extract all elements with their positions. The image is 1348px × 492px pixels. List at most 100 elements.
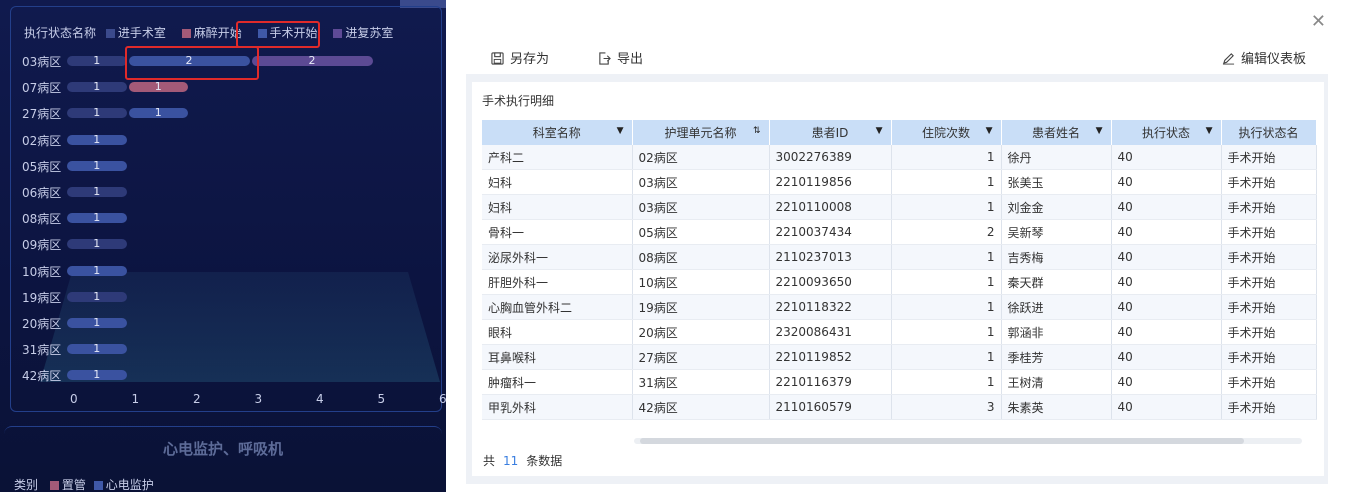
bar-segment[interactable]: 1 bbox=[67, 212, 127, 224]
bar-segment[interactable]: 1 bbox=[67, 134, 127, 145]
dropdown-icon[interactable]: ▼ bbox=[876, 126, 883, 136]
column-header[interactable]: 执行状态名 bbox=[1221, 120, 1317, 145]
bar-segment[interactable]: 1 bbox=[67, 186, 127, 197]
table-cell: 骨科一 bbox=[482, 219, 633, 245]
table-footer: 共 11 条数据 bbox=[483, 452, 562, 469]
horizontal-scrollbar[interactable] bbox=[634, 438, 1302, 444]
legend-swatch bbox=[105, 29, 115, 38]
table-cell: 2210116379 bbox=[769, 369, 892, 395]
bar-segment[interactable]: 1 bbox=[67, 369, 127, 381]
bar-segment[interactable]: 1 bbox=[67, 55, 127, 66]
table-cell: 19病区 bbox=[632, 294, 770, 320]
table-cell: 泌尿外科一 bbox=[482, 244, 633, 270]
table-cell: 1 bbox=[891, 194, 1002, 220]
export-button[interactable]: 导出 bbox=[598, 48, 643, 67]
table-row[interactable]: 心胸血管外科二 19病区 2210118322 1 徐跃进 40 手术开始 bbox=[482, 294, 1317, 320]
close-icon[interactable]: ✕ bbox=[1311, 11, 1326, 32]
row-count: 11 bbox=[503, 454, 519, 468]
bar-segment[interactable]: 1 bbox=[67, 317, 127, 328]
column-header[interactable]: 住院次数 ▼ bbox=[891, 120, 1002, 145]
table-cell: 秦天群 bbox=[1001, 269, 1112, 295]
dropdown-icon[interactable]: ▼ bbox=[617, 126, 624, 136]
column-header-label: 患者ID bbox=[811, 126, 849, 140]
table-cell: 40 bbox=[1111, 194, 1222, 220]
table-row[interactable]: 甲乳外科 42病区 2110160579 3 朱素英 40 手术开始 bbox=[482, 394, 1317, 420]
column-header[interactable]: 患者姓名 ▼ bbox=[1001, 120, 1112, 145]
table-cell: 郭涵非 bbox=[1001, 319, 1112, 345]
highlight-box-bar bbox=[125, 46, 259, 80]
x-tick-label: 3 bbox=[254, 392, 263, 406]
table-row[interactable]: 肝胆外科一 10病区 2210093650 1 秦天群 40 手术开始 bbox=[482, 269, 1317, 295]
table-row[interactable]: 产科二 02病区 3002276389 1 徐丹 40 手术开始 bbox=[482, 145, 1317, 170]
bar-segment[interactable]: 1 bbox=[67, 343, 127, 355]
table-row[interactable]: 妇科 03病区 2210110008 1 刘金金 40 手术开始 bbox=[482, 194, 1317, 220]
export-icon bbox=[599, 52, 611, 65]
bar-segment[interactable]: 1 bbox=[128, 107, 188, 119]
bar-segment[interactable]: 1 bbox=[67, 107, 127, 119]
table-cell: 10病区 bbox=[632, 269, 770, 295]
column-header[interactable]: 执行状态 ▼ bbox=[1111, 120, 1222, 145]
table-row[interactable]: 耳鼻喉科 27病区 2210119852 1 季桂芳 40 手术开始 bbox=[482, 344, 1317, 370]
table-cell: 张美玉 bbox=[1001, 169, 1112, 195]
table-cell: 31病区 bbox=[632, 369, 770, 395]
legend-swatch bbox=[333, 29, 343, 38]
dropdown-icon[interactable]: ▼ bbox=[986, 126, 993, 136]
dropdown-icon[interactable]: ▼ bbox=[1206, 126, 1213, 136]
table-cell: 2110160579 bbox=[769, 394, 892, 420]
bar-segment[interactable]: 1 bbox=[67, 291, 127, 302]
table-cell: 手术开始 bbox=[1221, 319, 1317, 345]
legend-item[interactable]: 进手术室 bbox=[105, 26, 172, 40]
legend-item[interactable]: 置管 bbox=[42, 478, 86, 492]
table-body: 产科二 02病区 3002276389 1 徐丹 40 手术开始 妇科 03病区 22101198… bbox=[482, 145, 1317, 420]
table-cell: 2210119856 bbox=[769, 169, 892, 195]
column-header[interactable]: 科室名称 ▼ bbox=[482, 120, 633, 145]
column-header-label: 患者姓名 bbox=[1031, 126, 1080, 140]
edit-dashboard-label: 编辑仪表板 bbox=[1241, 52, 1307, 67]
table-cell: 手术开始 bbox=[1221, 194, 1317, 220]
bottom-legend-title: 类别 bbox=[14, 478, 39, 492]
scrollbar-thumb[interactable] bbox=[640, 438, 1244, 444]
table-row[interactable]: 妇科 03病区 2210119856 1 张美玉 40 手术开始 bbox=[482, 169, 1317, 195]
table-cell: 40 bbox=[1111, 145, 1222, 170]
column-header[interactable]: 患者ID ▼ bbox=[769, 120, 892, 145]
table-row[interactable]: 骨科一 05病区 2210037434 2 吴新琴 40 手术开始 bbox=[482, 219, 1317, 245]
table-cell: 40 bbox=[1111, 244, 1222, 270]
table-cell: 40 bbox=[1111, 394, 1222, 420]
footer-suffix: 条数据 bbox=[526, 454, 563, 468]
bar-segment[interactable]: 1 bbox=[67, 265, 127, 276]
legend-item[interactable]: 进复苏室 bbox=[333, 26, 399, 40]
table-cell: 40 bbox=[1111, 344, 1222, 370]
table-cell: 2320086431 bbox=[769, 319, 892, 345]
column-header[interactable]: 护理单元名称 ⇅ bbox=[632, 120, 770, 145]
bar-segment[interactable]: 2 bbox=[251, 55, 373, 66]
dropdown-icon[interactable]: ▼ bbox=[1096, 126, 1103, 136]
table-row[interactable]: 泌尿外科一 08病区 2110237013 1 吉秀梅 40 手术开始 bbox=[482, 244, 1317, 270]
legend-label: 置管 bbox=[61, 478, 86, 492]
save-icon bbox=[491, 52, 504, 65]
row-label: 02病区 bbox=[22, 133, 62, 148]
bar-segment[interactable]: 1 bbox=[67, 160, 127, 171]
table-cell: 1 bbox=[891, 169, 1002, 195]
bar-segment[interactable]: 1 bbox=[67, 81, 127, 93]
edit-dashboard-button[interactable]: 编辑仪表板 bbox=[1222, 48, 1306, 67]
table-cell: 甲乳外科 bbox=[482, 394, 633, 420]
bar-segment[interactable]: 1 bbox=[128, 81, 188, 93]
detail-panel: 手术执行明细 科室名称 ▼ 护理单元名称 ⇅ 患者ID ▼ 住院次数 ▼ 患者姓名 ▼ 执行状态 ▼ 执… bbox=[472, 82, 1324, 476]
table-cell: 耳鼻喉科 bbox=[482, 344, 633, 370]
table-cell: 27病区 bbox=[632, 344, 770, 370]
table-cell: 1 bbox=[891, 319, 1002, 345]
table-row[interactable]: 眼科 20病区 2320086431 1 郭涵非 40 手术开始 bbox=[482, 319, 1317, 345]
edit-icon bbox=[1222, 53, 1235, 65]
bar-segment[interactable]: 1 bbox=[67, 238, 127, 250]
sort-icon[interactable]: ⇅ bbox=[753, 126, 761, 136]
table-row[interactable]: 肿瘤科一 31病区 2210116379 1 王树清 40 手术开始 bbox=[482, 369, 1317, 395]
table-cell: 03病区 bbox=[632, 194, 770, 220]
table-cell: 40 bbox=[1111, 169, 1222, 195]
table-cell: 40 bbox=[1111, 219, 1222, 245]
row-label: 03病区 bbox=[22, 55, 62, 69]
detail-modal: ✕ 另存为 导出 编辑仪表板 手术执行明细 科室名称 ▼ 护理单元名称 ⇅ 患者ID ▼ 住… bbox=[446, 0, 1348, 492]
panel-title: 手术执行明细 bbox=[482, 94, 555, 108]
legend-item[interactable]: 心电监护 bbox=[90, 478, 154, 492]
save-as-button[interactable]: 另存为 bbox=[491, 48, 549, 67]
table-cell: 肿瘤科一 bbox=[482, 369, 633, 395]
